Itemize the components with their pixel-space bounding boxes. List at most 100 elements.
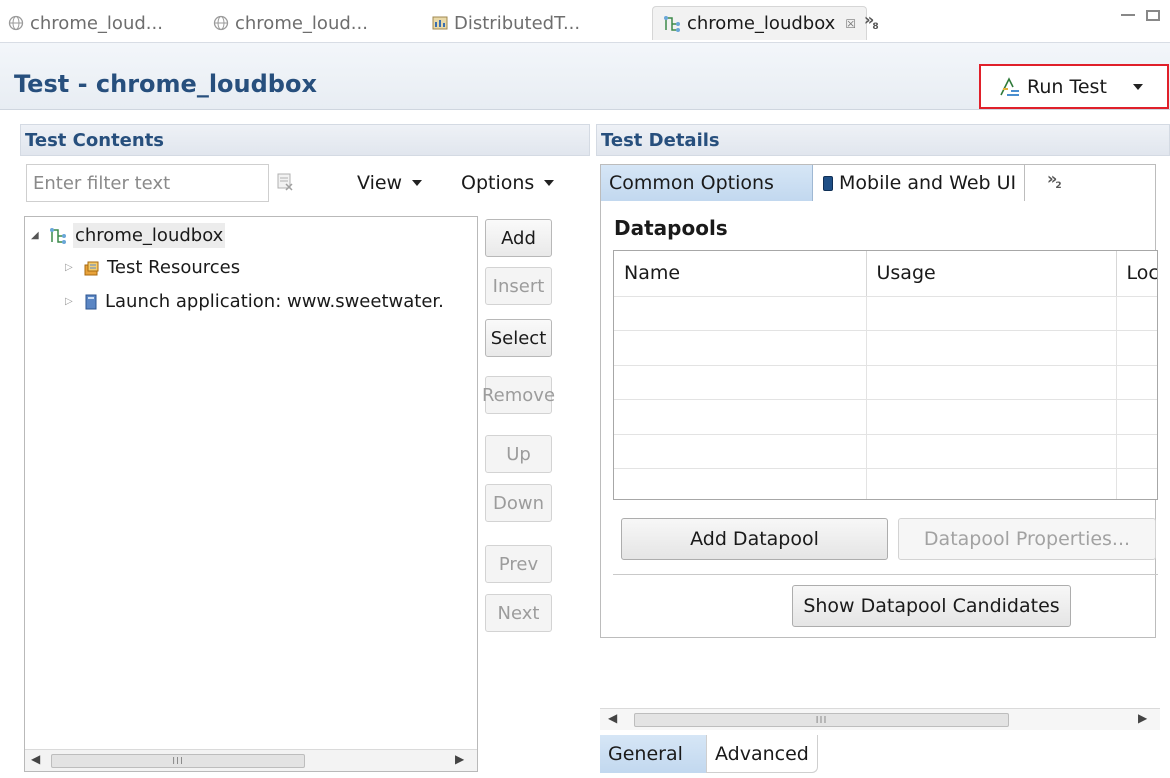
table-cell[interactable] — [614, 468, 867, 499]
editor-tab-1-label: chrome_loud... — [30, 12, 163, 34]
tree-item-launch-application[interactable]: ▷ Launch application: www.sweetwater. — [65, 291, 444, 312]
column-header-name[interactable]: Name — [614, 251, 867, 297]
collapsed-triangle-icon[interactable]: ▷ — [65, 296, 77, 307]
table-cell[interactable] — [1116, 296, 1157, 331]
editor-tab-3[interactable]: DistributedT... — [432, 6, 580, 40]
test-tree[interactable]: ◢ chrome_loudbox ▷ Test Resources ▷ Laun… — [24, 216, 478, 772]
globe-icon — [213, 15, 229, 31]
table-row[interactable] — [614, 296, 1157, 331]
tab-overflow-chevron[interactable]: »8 — [864, 10, 879, 33]
datapools-title: Datapools — [614, 216, 728, 240]
tree-horizontal-scrollbar[interactable]: ◀ III ▶ — [25, 749, 477, 771]
show-datapool-candidates-button[interactable]: Show Datapool Candidates — [792, 585, 1071, 627]
details-tab-overflow[interactable]: »2 — [1047, 169, 1062, 191]
table-cell[interactable] — [1116, 468, 1157, 499]
down-button[interactable]: Down — [485, 484, 552, 522]
table-cell[interactable] — [1116, 399, 1157, 435]
close-icon[interactable]: ☒ — [845, 17, 856, 31]
table-cell[interactable] — [866, 434, 1117, 469]
table-row[interactable] — [614, 434, 1157, 469]
datapools-table[interactable]: Name Usage Loc — [613, 250, 1158, 500]
tab-mobile-web-ui[interactable]: Mobile and Web UI — [815, 165, 1026, 201]
prev-button[interactable]: Prev — [485, 545, 552, 583]
tab-general[interactable]: General — [600, 735, 706, 773]
tree-item-label: chrome_loudbox — [73, 223, 226, 248]
table-cell[interactable] — [866, 330, 1117, 366]
table-row[interactable] — [614, 468, 1157, 499]
options-menu-label: Options — [461, 172, 535, 194]
select-button[interactable]: Select — [485, 319, 552, 357]
scroll-left-icon[interactable]: ◀ — [608, 711, 617, 725]
details-horizontal-scrollbar[interactable]: ◀ III ▶ — [600, 708, 1160, 730]
maximize-icon[interactable] — [1146, 10, 1160, 21]
test-details-header: Test Details — [596, 124, 1170, 156]
table-cell[interactable] — [866, 296, 1117, 331]
table-cell[interactable] — [614, 434, 867, 469]
editor-tab-active[interactable]: chrome_loudbox ☒ — [652, 6, 868, 40]
tab-common-options-label: Common Options — [609, 172, 774, 194]
scroll-left-icon[interactable]: ◀ — [31, 752, 40, 766]
datapool-properties-button[interactable]: Datapool Properties... — [898, 518, 1156, 560]
run-test-icon — [1000, 76, 1019, 96]
table-row[interactable] — [614, 330, 1157, 366]
filter-input[interactable] — [26, 164, 269, 202]
details-tab-bar: Common Options Mobile and Web UI »2 — [601, 165, 1155, 201]
table-cell[interactable] — [866, 399, 1117, 435]
table-cell[interactable] — [614, 330, 867, 366]
table-header-row: Name Usage Loc — [614, 251, 1157, 297]
table-row[interactable] — [614, 399, 1157, 435]
insert-button[interactable]: Insert — [485, 267, 552, 305]
test-icon — [50, 227, 66, 244]
remove-button[interactable]: Remove — [482, 376, 555, 414]
tab-advanced[interactable]: Advanced — [706, 735, 818, 773]
table-cell[interactable] — [1116, 330, 1157, 366]
table-cell[interactable] — [614, 365, 867, 400]
mobile-icon — [823, 175, 833, 191]
chevron-down-icon[interactable] — [1132, 83, 1143, 90]
tab-general-label: General — [608, 743, 683, 765]
up-button[interactable]: Up — [485, 435, 552, 473]
table-cell[interactable] — [614, 399, 867, 435]
tab-advanced-label: Advanced — [715, 742, 809, 765]
collapsed-triangle-icon[interactable]: ▷ — [65, 262, 77, 273]
globe-icon — [8, 15, 24, 31]
tab-common-options[interactable]: Common Options — [601, 165, 813, 201]
table-cell[interactable] — [614, 296, 867, 331]
add-datapool-button[interactable]: Add Datapool — [621, 518, 888, 560]
scroll-right-icon[interactable]: ▶ — [455, 752, 464, 766]
tree-item-test-resources[interactable]: ▷ Test Resources — [65, 257, 240, 278]
overflow-count: 8 — [872, 22, 878, 33]
table-cell[interactable] — [866, 365, 1117, 400]
table-cell[interactable] — [1116, 365, 1157, 400]
editor-tab-1[interactable]: chrome_loud... — [8, 6, 163, 40]
scroll-thumb[interactable]: III — [634, 713, 1009, 727]
view-menu-label: View — [357, 172, 403, 194]
page-icon — [85, 294, 97, 309]
table-cell[interactable] — [866, 468, 1117, 499]
editor-tab-2-label: chrome_loud... — [235, 12, 368, 34]
clear-filter-icon[interactable] — [276, 172, 294, 192]
table-cell[interactable] — [1116, 434, 1157, 469]
add-button[interactable]: Add — [485, 219, 552, 257]
minimize-icon[interactable] — [1121, 14, 1135, 16]
editor-tab-2[interactable]: chrome_loud... — [213, 6, 368, 40]
editor-tab-active-label: chrome_loudbox — [687, 13, 836, 34]
page-title: Test - chrome_loudbox — [14, 70, 317, 98]
options-menu[interactable]: Options — [461, 172, 555, 194]
table-row[interactable] — [614, 365, 1157, 400]
tree-item-root[interactable]: ◢ chrome_loudbox — [31, 223, 226, 248]
editor-tab-3-label: DistributedT... — [454, 12, 581, 34]
run-test-button[interactable]: Run Test — [979, 64, 1169, 109]
expanded-triangle-icon[interactable]: ◢ — [31, 230, 43, 241]
editor-tab-bar — [0, 0, 1170, 42]
view-menu[interactable]: View — [357, 172, 423, 194]
column-header-location[interactable]: Loc — [1116, 251, 1157, 297]
scroll-thumb[interactable]: III — [51, 754, 305, 768]
test-icon — [664, 15, 680, 32]
column-header-usage[interactable]: Usage — [866, 251, 1117, 297]
test-contents-title: Test Contents — [25, 129, 165, 151]
chevron-down-icon — [412, 180, 423, 186]
scroll-right-icon[interactable]: ▶ — [1138, 711, 1147, 725]
next-button[interactable]: Next — [485, 594, 552, 632]
test-details-title: Test Details — [601, 129, 720, 151]
